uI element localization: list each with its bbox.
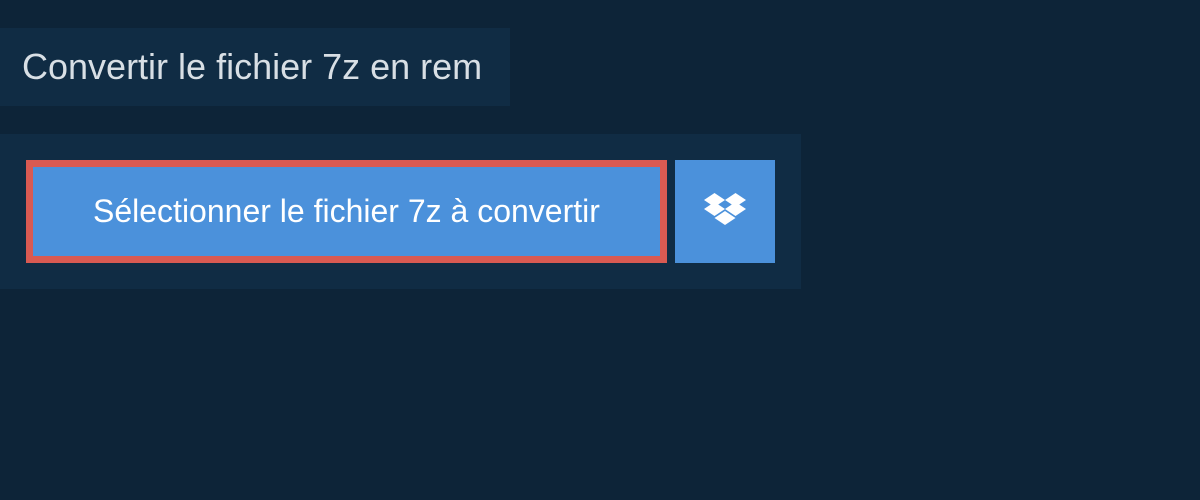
select-file-button[interactable]: Sélectionner le fichier 7z à convertir	[26, 160, 667, 263]
select-file-label: Sélectionner le fichier 7z à convertir	[93, 193, 600, 230]
title-bar: Convertir le fichier 7z en rem	[0, 28, 510, 106]
page-title: Convertir le fichier 7z en rem	[22, 46, 482, 87]
dropbox-icon	[704, 193, 746, 231]
button-panel: Sélectionner le fichier 7z à convertir	[0, 134, 801, 289]
dropbox-button[interactable]	[675, 160, 775, 263]
